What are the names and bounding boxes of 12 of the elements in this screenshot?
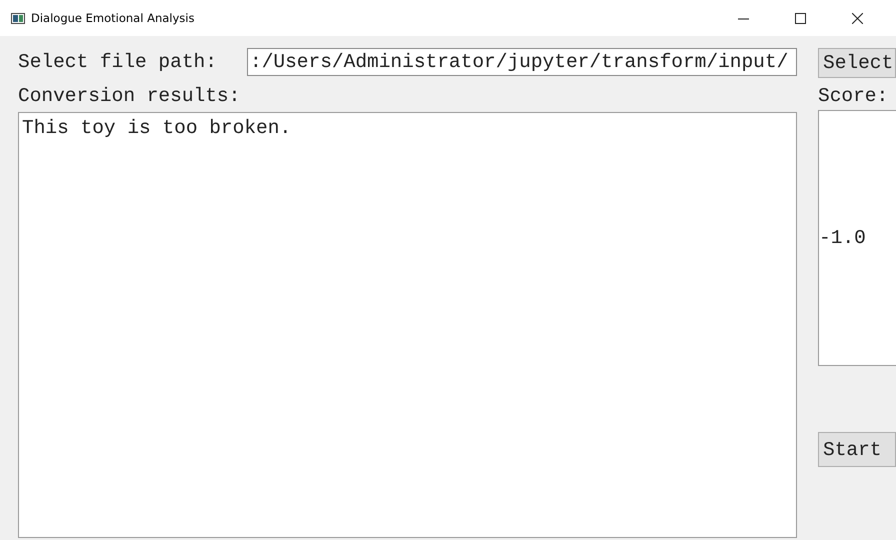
score-value: -1.0 — [819, 227, 866, 249]
app-icon — [11, 12, 25, 24]
results-text-area[interactable]: This toy is too broken. — [18, 112, 797, 538]
file-path-label: Select file path: — [18, 51, 217, 73]
results-label: Conversion results: — [18, 84, 242, 108]
close-icon[interactable] — [852, 12, 863, 24]
window-title: Dialogue Emotional Analysis — [31, 11, 194, 25]
select-button[interactable]: Select — [818, 48, 896, 78]
file-path-field[interactable]: :/Users/Administrator/jupyter/transform/input/ — [247, 48, 797, 76]
start-button[interactable]: Start — [818, 432, 896, 467]
maximize-icon[interactable] — [795, 12, 806, 24]
score-label: Score: — [818, 84, 890, 108]
